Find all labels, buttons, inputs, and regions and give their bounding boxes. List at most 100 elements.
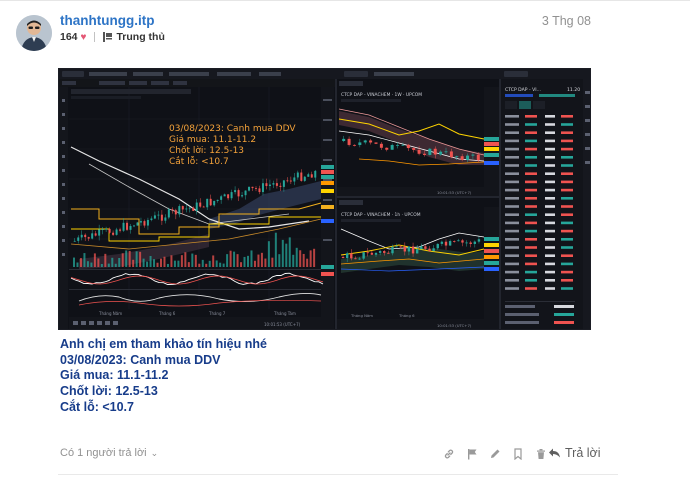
order-book-cell <box>545 197 555 200</box>
candle-body <box>126 222 129 230</box>
volume-bar <box>198 263 201 267</box>
candle-body <box>248 186 251 191</box>
order-book-cell <box>561 164 573 167</box>
post-line-2: 03/08/2023: Canh mua DDV <box>60 352 221 367</box>
candle-body <box>358 142 362 146</box>
annotation-line-4: Cắt lỗ: <10.7 <box>169 156 229 167</box>
order-book-cell <box>545 188 555 192</box>
candle-body <box>448 241 452 246</box>
month-label-left-3: Tháng Tám <box>273 311 296 316</box>
meta-separator <box>94 32 96 42</box>
volume-bar <box>146 261 149 267</box>
candle-body <box>282 180 285 187</box>
order-book-cell <box>505 164 519 167</box>
time-top-right: 10:01:53 (UTC+7) <box>437 190 472 195</box>
candle-body <box>129 226 132 230</box>
candle-body <box>157 214 160 216</box>
candle-body <box>77 237 80 241</box>
order-book-cell <box>525 287 537 290</box>
candle-body <box>143 221 146 226</box>
order-book-cell <box>561 262 573 266</box>
candle-body <box>171 209 174 211</box>
candle-body <box>383 251 386 253</box>
candle-body <box>422 153 426 155</box>
post-body: Anh chị em tham khảo tín hiệu nhé 03/08/… <box>60 337 267 416</box>
volume-bar <box>240 262 243 267</box>
volume-bar <box>170 255 173 267</box>
volume-bar <box>191 253 194 267</box>
order-book-cell <box>561 156 573 159</box>
volume-bar <box>121 253 124 267</box>
order-book-cell <box>505 262 519 266</box>
candle-body <box>167 209 170 218</box>
edit-icon[interactable] <box>484 445 506 463</box>
volume-bar <box>184 252 187 267</box>
month-label-left-0: Tháng Năm <box>98 311 122 316</box>
reply-button[interactable]: Trả lời <box>548 446 601 460</box>
candle-body <box>341 257 345 258</box>
trading-chart-svg: 03/08/2023: Canh mua DDV Giá mua: 11.1-1… <box>59 69 590 329</box>
volume-bar <box>212 255 215 267</box>
user-group[interactable]: Trung thủ <box>116 31 164 43</box>
volume-bar <box>132 259 135 267</box>
order-book-cell <box>545 221 555 225</box>
order-book-cell <box>525 279 537 282</box>
order-book-cell <box>525 172 537 175</box>
volume-bar <box>73 257 75 267</box>
volume-bar <box>118 257 121 267</box>
candle-body <box>133 225 135 227</box>
candle-body <box>378 251 382 253</box>
order-book-cell <box>545 238 555 241</box>
chart-screenshot[interactable]: 03/08/2023: Canh mua DDV Giá mua: 11.1-1… <box>58 68 591 330</box>
order-book-cell <box>525 229 537 233</box>
order-book-cell <box>561 131 573 134</box>
candle-body <box>261 183 264 193</box>
annotation-line-1: 03/08/2023: Canh mua DDV <box>169 124 296 134</box>
flag-icon[interactable] <box>461 445 483 463</box>
order-book-cell <box>561 123 573 126</box>
post-date[interactable]: 3 Thg 08 <box>542 14 591 28</box>
order-book-cell <box>545 254 555 257</box>
order-book-cell <box>525 123 537 126</box>
order-book-cell <box>505 254 519 257</box>
order-book-cell <box>561 254 573 257</box>
candle-body <box>192 207 195 211</box>
candle-body <box>453 241 456 242</box>
order-book-cell <box>505 205 519 208</box>
candle-body <box>237 190 240 197</box>
candle-body <box>119 229 122 231</box>
candle-body <box>466 155 470 160</box>
volume-bar <box>153 259 156 267</box>
volume-bar <box>177 260 180 267</box>
reply-arrow-icon <box>549 448 560 458</box>
show-replies-button[interactable]: Có 1 người trả lời ⌄ <box>60 447 158 459</box>
candle-body <box>395 246 398 248</box>
likes-count: 164 <box>60 31 78 43</box>
candle-body <box>369 140 373 143</box>
candle-body <box>352 144 356 146</box>
avatar[interactable] <box>16 15 52 51</box>
post-bottom-divider <box>58 474 618 475</box>
order-book-cell <box>561 188 573 192</box>
candle-body <box>213 200 216 206</box>
candle-body <box>401 144 405 146</box>
candle-body <box>98 229 101 236</box>
annotation-line-3: Chốt lời: 12.5-13 <box>169 145 244 156</box>
candle-body <box>461 240 464 243</box>
post-line-3: Giá mua: 11.1-11.2 <box>60 368 169 383</box>
candle-body <box>385 147 389 150</box>
candle-body <box>185 208 188 210</box>
volume-bar <box>205 263 208 267</box>
candle-body <box>347 138 351 145</box>
candle-body <box>350 253 353 259</box>
order-book-cell <box>505 238 519 241</box>
bookmark-icon[interactable] <box>507 445 529 463</box>
order-book-cell <box>545 123 555 126</box>
username-link[interactable]: thanhtungg.itp <box>60 13 154 28</box>
link-icon[interactable] <box>438 445 460 463</box>
order-book-cell <box>545 270 555 274</box>
candle-body <box>465 242 468 244</box>
order-book-cell <box>505 139 519 143</box>
candle-body <box>293 177 296 182</box>
order-book-cell <box>525 115 537 118</box>
